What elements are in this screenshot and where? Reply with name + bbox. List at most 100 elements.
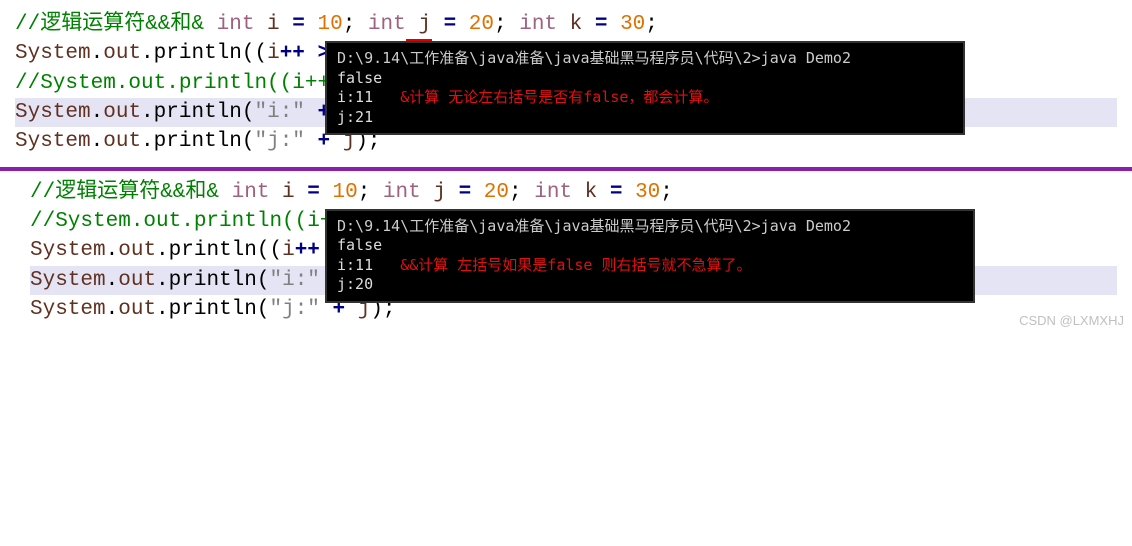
punct: . bbox=[91, 42, 104, 65]
method: println bbox=[154, 130, 242, 153]
number-literal: 30 bbox=[620, 13, 645, 36]
type-keyword: int bbox=[368, 13, 406, 36]
punct: . bbox=[141, 101, 154, 124]
code-line: int i = 10; bbox=[217, 13, 356, 36]
string-literal: "i:" bbox=[254, 101, 304, 124]
type-keyword: int bbox=[217, 13, 255, 36]
punct: . bbox=[141, 42, 154, 65]
operator: = bbox=[307, 181, 320, 204]
var-name: i bbox=[282, 181, 295, 204]
operator: = bbox=[595, 13, 608, 36]
code-section-top: D:\9.14\工作准备\java准备\java基础黑马程序员\代码\2>jav… bbox=[0, 5, 1132, 165]
code-line: int k = 30; bbox=[534, 181, 673, 204]
console-line: i:11 bbox=[337, 88, 373, 106]
var-name: j bbox=[418, 13, 431, 36]
type-keyword: int bbox=[534, 181, 572, 204]
obj: out bbox=[103, 130, 141, 153]
obj: System bbox=[15, 130, 91, 153]
code-line: int i = 10; bbox=[232, 181, 371, 204]
punct: ( bbox=[257, 298, 270, 321]
obj: System bbox=[15, 42, 91, 65]
punct: ; bbox=[494, 13, 507, 36]
number-literal: 30 bbox=[635, 181, 660, 204]
console-row: i:11 &计算 无论左右括号是否有false，都会计算。 bbox=[337, 88, 953, 108]
console-line: j:21 bbox=[337, 108, 953, 128]
console-cmd: D:\9.14\工作准备\java准备\java基础黑马程序员\代码\2>jav… bbox=[337, 217, 963, 237]
operator: = bbox=[292, 13, 305, 36]
var-name: k bbox=[585, 181, 598, 204]
punct: . bbox=[156, 269, 169, 292]
console-note: &&计算 左括号如果是false 则右括号就不急算了。 bbox=[400, 256, 751, 274]
obj: System bbox=[30, 239, 106, 262]
number-literal: 20 bbox=[469, 13, 494, 36]
punct: ; bbox=[509, 181, 522, 204]
number-literal: 20 bbox=[484, 181, 509, 204]
number-literal: 10 bbox=[317, 13, 342, 36]
method: println bbox=[169, 298, 257, 321]
var-name: k bbox=[570, 13, 583, 36]
punct: . bbox=[106, 269, 119, 292]
obj: out bbox=[118, 269, 156, 292]
code-line: //逻辑运算符&&和& bbox=[15, 13, 204, 36]
type-keyword: int bbox=[519, 13, 557, 36]
var: i bbox=[282, 239, 295, 262]
comment: //逻辑运算符&&和& bbox=[30, 181, 219, 204]
var: i bbox=[267, 42, 280, 65]
punct: ; bbox=[358, 181, 371, 204]
console-line: j:20 bbox=[337, 275, 963, 295]
console-line: false bbox=[337, 69, 953, 89]
comment: //逻辑运算符&&和& bbox=[15, 13, 204, 36]
punct: ; bbox=[343, 13, 356, 36]
code-line: int j = 20; bbox=[368, 13, 507, 36]
number-literal: 10 bbox=[332, 181, 357, 204]
method: println bbox=[169, 239, 257, 262]
obj: out bbox=[118, 239, 156, 262]
console-line: i:11 bbox=[337, 256, 373, 274]
obj: System bbox=[15, 101, 91, 124]
punct: . bbox=[141, 130, 154, 153]
method: println bbox=[154, 101, 242, 124]
code-line: int j = 20; bbox=[383, 181, 522, 204]
method: println bbox=[154, 42, 242, 65]
code-line: int k = 30; bbox=[519, 13, 658, 36]
punct: ( bbox=[242, 101, 255, 124]
string-literal: "j:" bbox=[269, 298, 319, 321]
obj: out bbox=[103, 101, 141, 124]
console-output-bottom: D:\9.14\工作准备\java准备\java基础黑马程序员\代码\2>jav… bbox=[325, 209, 975, 303]
operator: = bbox=[459, 181, 472, 204]
punct: . bbox=[156, 239, 169, 262]
watermark: CSDN @LXMXHJ bbox=[1019, 313, 1124, 328]
punct: ( bbox=[257, 269, 270, 292]
code-line: //逻辑运算符&&和& bbox=[30, 181, 219, 204]
code-section-bottom: D:\9.14\工作准备\java准备\java基础黑马程序员\代码\2>jav… bbox=[0, 173, 1132, 333]
punct: . bbox=[91, 130, 104, 153]
console-note: &计算 无论左右括号是否有false，都会计算。 bbox=[400, 88, 718, 106]
operator: = bbox=[610, 181, 623, 204]
punct: . bbox=[106, 239, 119, 262]
console-row: i:11 &&计算 左括号如果是false 则右括号就不急算了。 bbox=[337, 256, 963, 276]
punct: ; bbox=[645, 13, 658, 36]
punct: (( bbox=[242, 42, 267, 65]
operator: = bbox=[444, 13, 457, 36]
obj: out bbox=[118, 298, 156, 321]
console-cmd: D:\9.14\工作准备\java准备\java基础黑马程序员\代码\2>jav… bbox=[337, 49, 953, 69]
punct: . bbox=[91, 101, 104, 124]
punct: ; bbox=[660, 181, 673, 204]
type-keyword: int bbox=[232, 181, 270, 204]
obj: out bbox=[103, 42, 141, 65]
var-name: j bbox=[433, 181, 446, 204]
string-literal: "j:" bbox=[254, 130, 304, 153]
type-keyword: int bbox=[383, 181, 421, 204]
punct: . bbox=[106, 298, 119, 321]
punct: (( bbox=[257, 239, 282, 262]
punct: . bbox=[156, 298, 169, 321]
section-separator bbox=[0, 167, 1132, 171]
console-line: false bbox=[337, 236, 963, 256]
var-name: i bbox=[267, 13, 280, 36]
console-output-top: D:\9.14\工作准备\java准备\java基础黑马程序员\代码\2>jav… bbox=[325, 41, 965, 135]
obj: System bbox=[30, 298, 106, 321]
string-literal: "i:" bbox=[269, 269, 319, 292]
punct: ( bbox=[242, 130, 255, 153]
method: println bbox=[169, 269, 257, 292]
obj: System bbox=[30, 269, 106, 292]
